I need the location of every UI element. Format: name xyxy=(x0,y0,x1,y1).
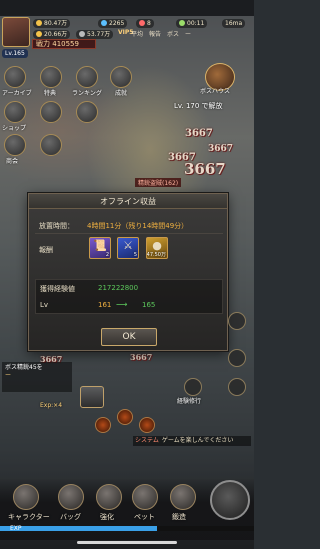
side-label-bonus: 特典 xyxy=(44,90,57,97)
skill-blast-icon[interactable] xyxy=(139,417,155,433)
quest-line: ボス精鋭45を xyxy=(5,364,43,371)
scroll-icon: 📜 xyxy=(93,239,107,252)
chest-icon[interactable] xyxy=(80,386,104,408)
nav-pet[interactable]: ペット xyxy=(134,512,155,522)
bag-shortcut-icon[interactable] xyxy=(228,349,246,367)
idle-time-label: 放置時間： xyxy=(39,222,74,230)
skill-fire-icon[interactable] xyxy=(95,417,111,433)
side-label-achievement: 成就 xyxy=(115,90,128,97)
event-icon[interactable] xyxy=(40,101,62,123)
mail-icon[interactable] xyxy=(40,134,62,156)
exp-summary-panel: 獲得経験値 217222800 Lv 161 ⟶ 165 xyxy=(35,279,223,314)
gold-icon xyxy=(36,20,42,26)
home-indicator[interactable] xyxy=(77,541,177,544)
character-icon[interactable] xyxy=(13,484,39,510)
tab-average[interactable]: 平均 xyxy=(131,31,143,38)
side-label-shop: ショップ xyxy=(2,125,27,132)
auto-train-label: 経験修行 xyxy=(177,398,202,405)
forge-icon[interactable] xyxy=(170,484,196,510)
reward-item-scroll[interactable]: 📜 2 xyxy=(89,237,111,259)
exp-bar-label: EXP xyxy=(10,525,22,532)
sword-shield-icon[interactable] xyxy=(76,101,98,123)
boss-house-label: ボスハウス xyxy=(200,88,231,95)
exp-bar xyxy=(0,526,254,531)
reward-item-sword[interactable]: ⚔ 5 xyxy=(117,237,139,259)
boss-unlock-level: Lv. 170 で解放 xyxy=(174,102,223,110)
lv-from: 161 xyxy=(98,301,112,309)
move-icon[interactable] xyxy=(228,312,246,330)
chat-message: ゲームを楽しんでください xyxy=(161,437,234,444)
auto-battle-icon[interactable] xyxy=(184,378,202,396)
player-level: Lv.165 xyxy=(2,49,28,58)
guild-icon[interactable] xyxy=(4,134,26,156)
gift-icon[interactable] xyxy=(40,66,62,88)
trophy-icon[interactable] xyxy=(110,66,132,88)
chat-box[interactable]: システム ゲームを楽しんでください xyxy=(133,436,251,446)
resource-sub-gold: 20.66万 xyxy=(33,30,71,39)
enemy-nameplate: 精鋭盗賊(162) xyxy=(135,178,182,187)
main-menu-button[interactable] xyxy=(210,480,250,520)
nav-character[interactable]: キャラクター xyxy=(8,512,50,522)
side-label-guild: 商会 xyxy=(6,158,19,165)
damage-number: 3667 xyxy=(185,128,213,139)
resource-ticket: 8 xyxy=(136,19,154,28)
chat-channel: システム xyxy=(135,437,159,444)
ok-button[interactable]: OK xyxy=(101,328,157,346)
lv-to: 165 xyxy=(142,301,156,309)
exp-label: 獲得経験値 xyxy=(40,285,75,293)
sword-icon: ⚔ xyxy=(123,239,133,252)
exp-value: 217222800 xyxy=(98,284,139,292)
nav-enhance[interactable]: 強化 xyxy=(100,512,114,522)
top-tabs: 平均 報告 ボスー xyxy=(131,29,197,38)
nav-bag[interactable]: バッグ xyxy=(60,512,81,522)
arrow-right-icon: ⟶ xyxy=(116,300,128,309)
quest-tracker[interactable]: ボス精鋭45を ー xyxy=(2,362,72,392)
exp-multiplier: Exp:×4 xyxy=(40,402,63,409)
status-bar xyxy=(0,0,254,16)
quest-progress: ー xyxy=(5,372,12,379)
pet-icon[interactable] xyxy=(132,484,158,510)
silver-icon xyxy=(79,31,85,37)
nav-forge[interactable]: 鍛造 xyxy=(172,512,186,522)
tab-report[interactable]: 報告 xyxy=(149,31,161,38)
tab-boss[interactable]: ボス xyxy=(167,31,179,38)
divider xyxy=(35,233,223,234)
reward-item-gold[interactable]: ● 47.50万 xyxy=(146,237,168,259)
resource-gold: 80.47万 xyxy=(33,19,71,28)
reward-label: 報酬 xyxy=(39,246,53,254)
damage-number: 3667 xyxy=(208,144,234,154)
resource-gem: 2265 xyxy=(98,19,128,28)
dialog-title: オフライン収益 xyxy=(29,194,227,209)
clock-icon xyxy=(179,20,185,26)
damage-number: 3667 xyxy=(184,160,226,178)
player-avatar[interactable] xyxy=(2,17,30,47)
side-label-archive: アーカイブ xyxy=(2,90,32,97)
offline-earnings-dialog: オフライン収益 放置時間： 4時間11分（残り14時間49分） 報酬 📜 2 ⚔… xyxy=(28,193,228,351)
damage-number: 3667 xyxy=(130,352,153,362)
network-indicator: 16ma xyxy=(222,19,246,28)
ranking-icon[interactable] xyxy=(76,66,98,88)
idle-time-value: 4時間11分（残り14時間49分） xyxy=(87,222,189,230)
plus-icon[interactable] xyxy=(228,378,246,396)
exp-bar-fill xyxy=(0,526,158,531)
bag-icon[interactable] xyxy=(58,484,84,510)
gem-icon xyxy=(101,20,107,26)
enhance-icon[interactable] xyxy=(96,484,122,510)
coin-icon xyxy=(36,31,42,37)
side-label-ranking: ランキング xyxy=(72,90,102,97)
combat-power: 戦力 410559 xyxy=(32,39,96,49)
resource-sub-silver: 53.77万 xyxy=(76,30,114,39)
shop-icon[interactable] xyxy=(4,101,26,123)
resource-timer: 00:11 xyxy=(176,19,208,28)
archive-icon[interactable] xyxy=(4,66,26,88)
ticket-icon xyxy=(139,20,145,26)
skill-flame-icon[interactable] xyxy=(117,409,133,425)
lv-label: Lv xyxy=(40,301,49,309)
tab-more[interactable]: ー xyxy=(185,31,191,38)
